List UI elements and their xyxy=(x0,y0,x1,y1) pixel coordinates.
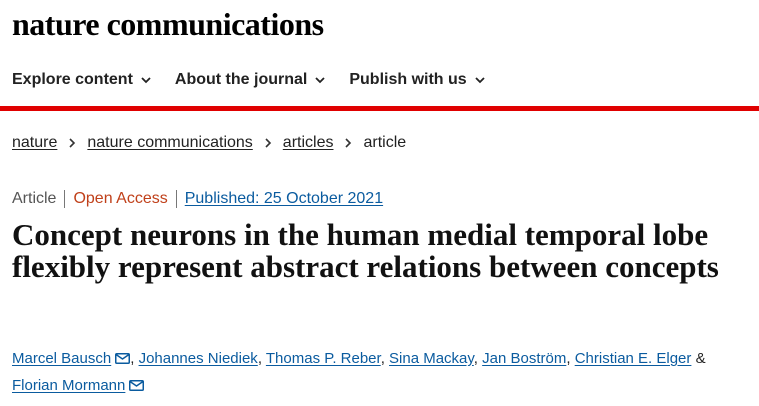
main-nav: Explore content About the journal Publis… xyxy=(12,71,509,89)
chevron-right-icon xyxy=(345,138,352,148)
mail-icon[interactable] xyxy=(129,380,145,391)
open-access-badge: Open Access xyxy=(73,190,168,207)
chevron-down-icon xyxy=(141,77,151,84)
breadcrumb-link-nature-communications[interactable]: nature communications xyxy=(87,134,252,152)
nav-label: Publish with us xyxy=(349,71,467,88)
meta-divider xyxy=(64,190,66,208)
author-link[interactable]: Jan Boström xyxy=(482,350,566,367)
chevron-right-icon xyxy=(265,138,271,148)
published-date-link[interactable]: Published: 25 October 2021 xyxy=(185,190,383,208)
chevron-down-icon xyxy=(475,77,485,84)
accent-divider xyxy=(0,106,759,111)
article-title: Concept neurons in the human medial temp… xyxy=(12,217,719,284)
breadcrumb: nature nature communications articles ar… xyxy=(12,134,406,152)
author-conjunction: & xyxy=(695,350,706,367)
breadcrumb-current: article xyxy=(363,134,407,151)
article-type: Article xyxy=(12,190,57,207)
author-link[interactable]: Thomas P. Reber xyxy=(266,350,381,367)
author-list: Marcel Bausch, Johannes Niediek, Thomas … xyxy=(12,350,706,394)
breadcrumb-link-nature[interactable]: nature xyxy=(12,134,57,152)
article-meta: Article Open Access Published: 25 Octobe… xyxy=(12,190,383,208)
author-link[interactable]: Johannes Niediek xyxy=(139,350,258,367)
chevron-down-icon xyxy=(315,77,325,84)
chevron-right-icon xyxy=(69,138,76,148)
meta-divider xyxy=(175,190,177,208)
nav-publish-with-us[interactable]: Publish with us xyxy=(349,71,485,89)
author-link[interactable]: Florian Mormann xyxy=(12,377,125,394)
nav-about-journal[interactable]: About the journal xyxy=(175,71,325,89)
author-link[interactable]: Marcel Bausch xyxy=(12,350,111,367)
mail-icon[interactable] xyxy=(115,353,131,364)
author-link[interactable]: Sina Mackay xyxy=(389,350,474,367)
author-link[interactable]: Christian E. Elger xyxy=(575,350,692,367)
nav-label: About the journal xyxy=(174,71,308,88)
nav-label: Explore content xyxy=(12,71,133,88)
nav-explore-content[interactable]: Explore content xyxy=(12,71,151,89)
breadcrumb-link-articles[interactable]: articles xyxy=(283,134,334,152)
site-logo[interactable]: nature communications xyxy=(12,6,324,43)
